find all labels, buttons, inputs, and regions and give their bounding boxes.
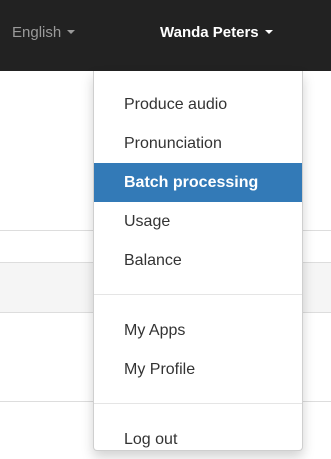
page: English Wanda Peters Produce audio Pronu…	[0, 0, 331, 459]
caret-down-icon	[264, 30, 273, 35]
menu-divider	[94, 403, 302, 404]
caret-down-icon	[67, 30, 76, 35]
menu-item-my-profile[interactable]: My Profile	[94, 350, 302, 389]
language-dropdown-toggle[interactable]: English	[12, 23, 76, 43]
user-menu-toggle[interactable]: Wanda Peters	[147, 0, 331, 71]
user-dropdown-menu: Produce audio Pronunciation Batch proces…	[93, 71, 303, 451]
menu-item-produce-audio[interactable]: Produce audio	[94, 85, 302, 124]
menu-item-batch-processing[interactable]: Batch processing	[94, 163, 302, 202]
menu-item-balance[interactable]: Balance	[94, 241, 302, 280]
menu-divider	[94, 294, 302, 295]
menu-item-my-apps[interactable]: My Apps	[94, 311, 302, 350]
user-name-label: Wanda Peters	[160, 24, 259, 41]
menu-item-pronunciation[interactable]: Pronunciation	[94, 124, 302, 163]
language-label: English	[12, 24, 62, 41]
menu-item-usage[interactable]: Usage	[94, 202, 302, 241]
menu-item-log-out[interactable]: Log out	[94, 420, 302, 459]
top-navbar: English Wanda Peters	[0, 0, 331, 71]
